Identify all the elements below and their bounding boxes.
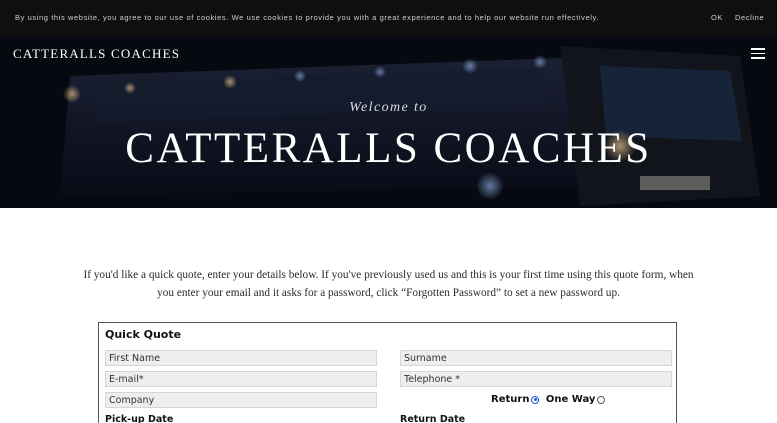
cookie-ok-button[interactable]: OK <box>711 13 723 22</box>
surname-input[interactable] <box>400 350 672 366</box>
page: By using this website, you agree to our … <box>0 0 777 423</box>
return-label: Return <box>491 394 530 405</box>
cookie-decline-button[interactable]: Decline <box>735 13 764 22</box>
menu-bar-line <box>751 57 765 59</box>
return-option[interactable]: Return <box>491 394 542 405</box>
form-title: Quick Quote <box>105 328 182 341</box>
hero-title: CATTERALLS COACHES <box>125 125 652 172</box>
return-date-label: Return Date <box>400 414 466 423</box>
menu-bar-line <box>751 48 765 50</box>
email-input[interactable] <box>105 371 377 387</box>
pickup-date-label: Pick-up Date <box>105 414 174 423</box>
one-way-radio[interactable] <box>597 395 606 404</box>
one-way-label: One Way <box>545 394 596 405</box>
trip-type-selector: Return One Way <box>491 394 608 405</box>
intro-line-1: If you'd like a quick quote, enter your … <box>83 269 694 281</box>
company-input[interactable] <box>105 392 377 408</box>
first-name-input[interactable] <box>105 350 377 366</box>
intro-line-2: you enter your email and it asks for a p… <box>157 287 620 299</box>
hamburger-menu-icon[interactable] <box>751 48 765 59</box>
hero-welcome: Welcome to <box>349 100 428 115</box>
quote-intro-text: If you'd like a quick quote, enter your … <box>80 266 697 302</box>
menu-bar-line <box>751 52 765 54</box>
site-logo[interactable]: CATTERALLS COACHES <box>13 46 180 62</box>
cookie-message: By using this website, you agree to our … <box>15 13 600 22</box>
hero-banner: CATTERALLS COACHES Welcome to CATTERALLS… <box>0 36 777 208</box>
quick-quote-form: Quick Quote Return One Way Pick-up Date … <box>98 322 677 423</box>
telephone-input[interactable] <box>400 371 672 387</box>
cookie-bar: By using this website, you agree to our … <box>0 0 777 36</box>
return-radio[interactable] <box>531 395 540 404</box>
one-way-option[interactable]: One Way <box>546 394 609 405</box>
